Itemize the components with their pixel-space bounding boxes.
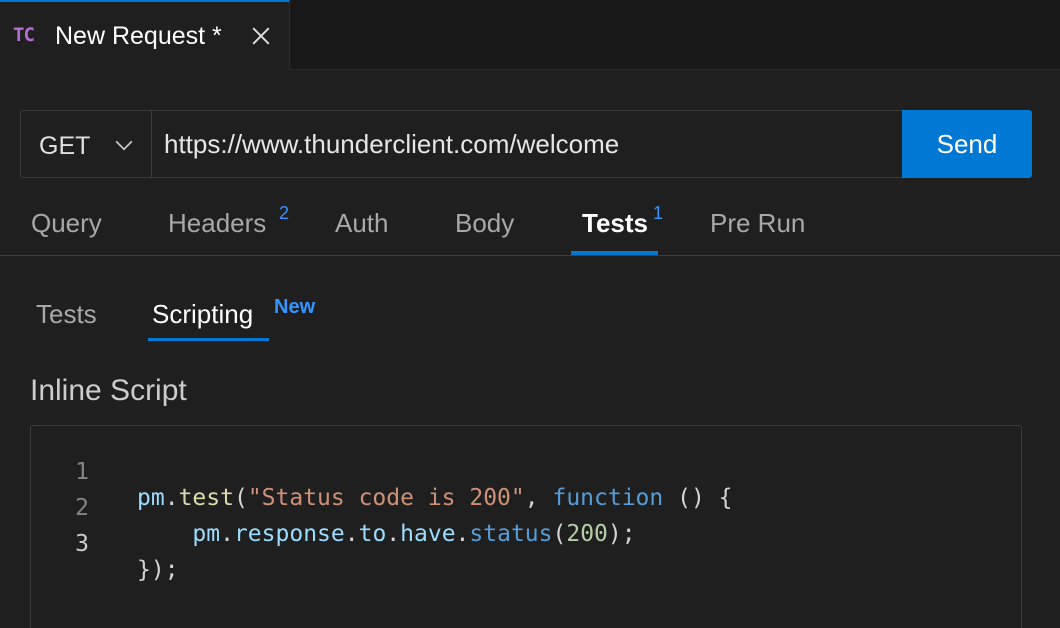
url-input[interactable] [151,110,903,178]
send-button[interactable]: Send [902,110,1032,178]
token: }); [137,557,179,583]
line-number: 3 [75,531,89,557]
tab-headers[interactable]: Headers 2 [168,203,289,239]
active-subtab-indicator [148,338,269,341]
request-tab[interactable]: TC New Request * [0,0,290,70]
code-line: 3 }); [31,505,1021,583]
method-select[interactable]: GET [20,110,152,178]
active-tab-indicator [571,251,658,255]
count-badge: 2 [279,203,290,223]
count-badge: 1 [653,203,664,223]
tab-label: Query [31,208,102,238]
tab-query[interactable]: Query [31,208,102,239]
request-tabs: Query Headers 2 Auth Body Tests 1 Pre Run [0,196,1060,256]
method-label: GET [39,132,91,160]
tab-label: Pre Run [710,208,806,238]
tab-pre-run[interactable]: Pre Run [710,208,805,239]
subtab-tests[interactable]: Tests [36,299,97,330]
new-badge: New [274,296,316,318]
tab-auth[interactable]: Auth [335,208,389,239]
code-line: 2 pm.response.to.have.status(200); [31,469,1021,547]
tab-label: Tests [582,208,648,238]
chevron-down-icon [115,133,133,151]
request-url-bar: GET Send [20,110,1032,178]
line-code: }); [137,557,179,583]
tab-label: Headers [168,208,267,238]
tab-body[interactable]: Body [455,208,514,239]
tab-label: Auth [335,208,389,238]
tab-tests[interactable]: Tests 1 [582,203,663,239]
code-line: 1 pm.test("Status code is 200", function… [31,433,1021,511]
tab-title: New Request * [55,22,222,50]
section-title: Inline Script [30,374,187,407]
close-icon[interactable] [249,24,273,48]
tab-label: Body [455,208,515,238]
subtab-scripting[interactable]: Scripting [152,299,253,330]
editor-tab-bar: TC New Request * [0,0,1060,70]
thunder-client-icon: TC [13,24,35,46]
script-editor[interactable]: 1 pm.test("Status code is 200", function… [30,425,1022,628]
